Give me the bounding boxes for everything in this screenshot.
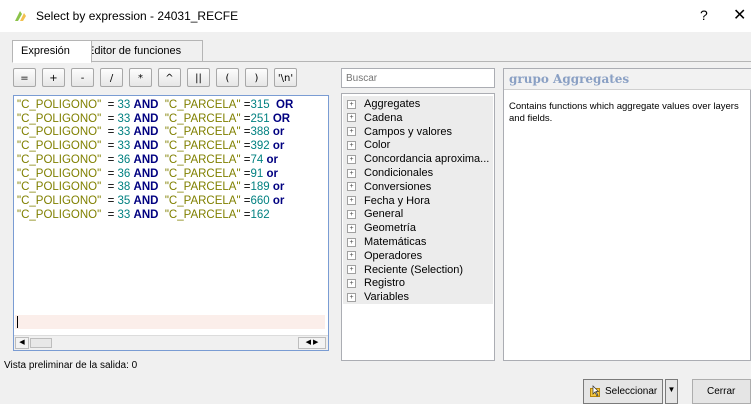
operator-newline-button[interactable]: '\n' bbox=[274, 68, 297, 87]
editor-horizontal-scrollbar[interactable]: ◀ ◀ ▶ bbox=[14, 335, 328, 350]
operator-plus-button[interactable]: + bbox=[42, 68, 65, 87]
expression-line: "C_POLIGONO" = 35 AND "C_PARCELA" =660 o… bbox=[17, 194, 285, 207]
operator-minus-button[interactable]: - bbox=[71, 68, 94, 87]
tree-item-concordancia[interactable]: + Concordancia aproxima... bbox=[347, 152, 489, 166]
expression-line: "C_POLIGONO" = 33 AND "C_PARCELA" =392 o… bbox=[17, 140, 285, 153]
expand-icon[interactable]: + bbox=[347, 127, 356, 137]
tree-item-geometria[interactable]: + Geometría bbox=[347, 221, 416, 235]
expand-icon[interactable]: + bbox=[347, 99, 356, 109]
current-line-highlight bbox=[15, 315, 325, 329]
tab-expression[interactable]: Expresión bbox=[12, 40, 92, 63]
help-header: grupo Aggregates bbox=[504, 69, 751, 90]
qgis-expression-icon bbox=[15, 11, 26, 21]
operator-concat-button[interactable]: || bbox=[187, 68, 210, 87]
expand-icon[interactable]: + bbox=[347, 168, 356, 178]
function-tree[interactable]: + Aggregates + Cadena + Campos y valores + C… bbox=[341, 93, 495, 361]
function-help-panel: grupo Aggregates Contains functions whic… bbox=[503, 68, 751, 361]
expand-icon[interactable]: + bbox=[347, 182, 356, 192]
expression-line: "C_POLIGONO" = 33 AND "C_PARCELA" =162 bbox=[17, 208, 270, 221]
tree-item-cadena[interactable]: + Cadena bbox=[347, 111, 403, 125]
expand-icon[interactable]: + bbox=[347, 292, 356, 302]
expression-line: "C_POLIGONO" = 36 AND "C_PARCELA" =74 or bbox=[17, 153, 278, 166]
tree-item-reciente[interactable]: + Reciente (Selection) bbox=[347, 263, 463, 277]
close-window-button[interactable]: ✕ bbox=[733, 5, 746, 25]
expand-icon[interactable]: + bbox=[347, 140, 356, 150]
text-caret bbox=[17, 316, 18, 328]
help-button[interactable]: ? bbox=[700, 7, 708, 23]
tree-item-fecha-y-hora[interactable]: + Fecha y Hora bbox=[347, 194, 430, 208]
select-dropdown-arrow-icon[interactable]: ▼ bbox=[665, 379, 678, 404]
tab-panel-border bbox=[12, 61, 751, 62]
expression-code: "C_POLIGONO" = 33 AND "C_PARCELA" =315 O… bbox=[17, 99, 293, 222]
close-button[interactable]: Cerrar bbox=[692, 379, 751, 404]
tree-item-aggregates[interactable]: + Aggregates bbox=[347, 97, 420, 111]
select-button[interactable]: Seleccionar bbox=[583, 379, 663, 404]
select-features-icon bbox=[590, 385, 600, 397]
tree-item-variables[interactable]: + Variables bbox=[347, 290, 409, 304]
expand-icon[interactable]: + bbox=[347, 154, 356, 164]
tab-function-editor[interactable]: Editor de funciones bbox=[78, 40, 203, 62]
expression-line: "C_POLIGONO" = 38 AND "C_PARCELA" =189 o… bbox=[17, 181, 285, 194]
window-title: Select by expression - 24031_RECFE bbox=[36, 9, 239, 23]
tree-item-condicionales[interactable]: + Condicionales bbox=[347, 166, 433, 180]
select-button-label: Seleccionar bbox=[605, 386, 658, 397]
help-description: Contains functions which aggregate value… bbox=[509, 101, 739, 124]
tree-item-color[interactable]: + Color bbox=[347, 138, 390, 152]
output-preview: Vista preliminar de la salida: 0 bbox=[4, 360, 138, 371]
tree-item-general[interactable]: + General bbox=[347, 207, 403, 221]
expression-line: "C_POLIGONO" = 33 AND "C_PARCELA" =315 O… bbox=[17, 99, 294, 111]
scroll-left-arrow-icon[interactable]: ◀ bbox=[15, 337, 29, 349]
tree-item-campos-y-valores[interactable]: + Campos y valores bbox=[347, 125, 452, 139]
tree-item-matematicas[interactable]: + Matemáticas bbox=[347, 235, 426, 249]
title-bar: Select by expression - 24031_RECFE ? ✕ bbox=[0, 0, 751, 32]
operator-power-button[interactable]: ^ bbox=[158, 68, 181, 87]
tree-item-registro[interactable]: + Registro bbox=[347, 276, 405, 290]
operator-multiply-button[interactable]: * bbox=[129, 68, 152, 87]
expand-icon[interactable]: + bbox=[347, 237, 356, 247]
expression-line: "C_POLIGONO" = 33 AND "C_PARCELA" =388 o… bbox=[17, 126, 285, 139]
function-search-input[interactable] bbox=[341, 68, 495, 88]
expand-icon[interactable]: + bbox=[347, 278, 356, 288]
expression-editor[interactable]: "C_POLIGONO" = 33 AND "C_PARCELA" =315 O… bbox=[13, 95, 329, 351]
expand-icon[interactable]: + bbox=[347, 196, 356, 206]
expand-icon[interactable]: + bbox=[347, 223, 356, 233]
expand-icon[interactable]: + bbox=[347, 265, 356, 275]
scrollbar-thumb[interactable] bbox=[30, 338, 52, 348]
scroll-right-arrows-icon[interactable]: ◀ ▶ bbox=[298, 337, 326, 349]
expression-line: "C_POLIGONO" = 36 AND "C_PARCELA" =91 or bbox=[17, 167, 278, 180]
operator-close-paren-button[interactable]: ) bbox=[245, 68, 268, 87]
tree-item-operadores[interactable]: + Operadores bbox=[347, 249, 422, 263]
expand-icon[interactable]: + bbox=[347, 209, 356, 219]
expression-line: "C_POLIGONO" = 33 AND "C_PARCELA" =251 O… bbox=[17, 112, 291, 125]
operator-divide-button[interactable]: / bbox=[100, 68, 123, 87]
expand-icon[interactable]: + bbox=[347, 113, 356, 123]
tree-item-conversiones[interactable]: + Conversiones bbox=[347, 180, 431, 194]
operator-equals-button[interactable]: = bbox=[13, 68, 36, 87]
expand-icon[interactable]: + bbox=[347, 251, 356, 261]
operator-open-paren-button[interactable]: ( bbox=[216, 68, 239, 87]
help-title: grupo Aggregates bbox=[509, 72, 630, 86]
